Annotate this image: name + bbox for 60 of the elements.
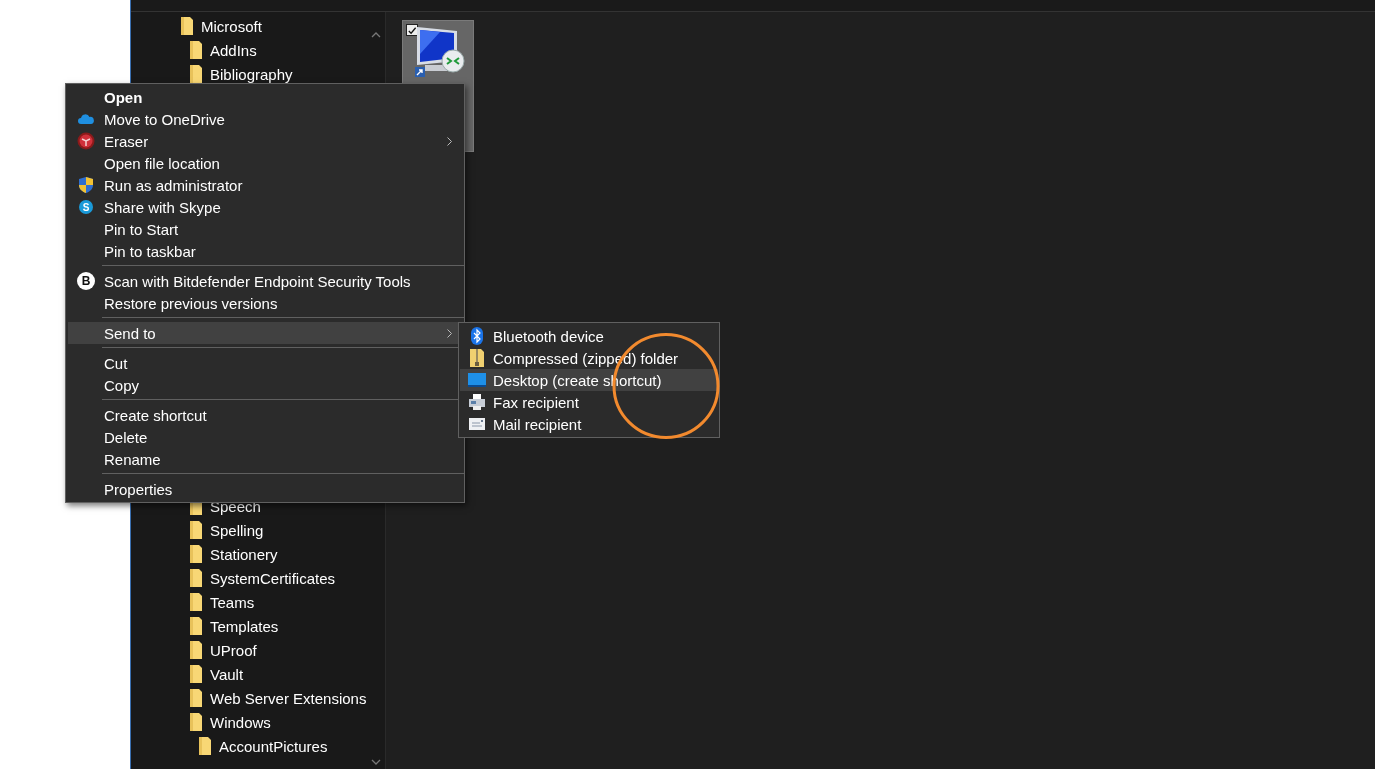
menu-item[interactable]: Run as administrator <box>68 174 462 196</box>
menu-item[interactable]: Bluetooth device <box>460 325 718 347</box>
shield-icon <box>79 177 93 193</box>
folder-icon <box>190 713 202 731</box>
menu-item[interactable]: Eraser <box>68 130 462 152</box>
tree-item[interactable]: Spelling <box>131 518 264 542</box>
tree-item[interactable]: Teams <box>131 590 255 614</box>
folder-icon <box>190 665 202 683</box>
menu-item[interactable]: Restore previous versions <box>68 292 462 314</box>
tree-item[interactable]: Web Server Extensions <box>131 686 367 710</box>
folder-icon <box>190 569 202 587</box>
tree-item[interactable]: Microsoft <box>131 14 262 38</box>
folder-icon <box>181 17 193 35</box>
menu-item[interactable]: Cut <box>68 352 462 374</box>
checkbox[interactable] <box>406 24 418 36</box>
tree-item[interactable]: Windows <box>131 710 271 734</box>
menu-item[interactable]: Mail recipient <box>460 413 718 435</box>
menu-item[interactable]: Rename <box>68 448 462 470</box>
envelope-icon <box>468 418 485 430</box>
folder-icon <box>199 737 211 755</box>
tree-item[interactable]: UProof <box>131 638 257 662</box>
tree-item[interactable]: AddIns <box>131 38 257 62</box>
folder-icon <box>190 521 202 539</box>
bluetooth-icon <box>470 327 483 345</box>
menu-item[interactable]: Delete <box>68 426 462 448</box>
cloud-icon <box>78 114 94 124</box>
folder-icon <box>190 545 202 563</box>
scroll-up-icon[interactable] <box>370 32 381 38</box>
tree-item[interactable]: Vault <box>131 662 244 686</box>
tree-item[interactable]: Stationery <box>131 542 278 566</box>
folder-icon <box>190 41 202 59</box>
folder-icon <box>190 65 202 83</box>
menu-item[interactable]: Fax recipient <box>460 391 718 413</box>
menu-item[interactable]: Open file location <box>68 152 462 174</box>
zip-folder-icon <box>469 349 484 367</box>
chevron-right-icon <box>447 137 452 146</box>
menu-item[interactable]: Create shortcut <box>68 404 462 426</box>
folder-icon <box>190 689 202 707</box>
tree-item[interactable]: Templates <box>131 614 279 638</box>
menu-item[interactable]: Pin to taskbar <box>68 240 462 262</box>
menu-item[interactable]: B Scan with Bitdefender Endpoint Security Tools <box>68 270 462 292</box>
skype-icon: S <box>79 200 93 214</box>
scroll-down-icon[interactable] <box>370 759 381 765</box>
folder-icon <box>190 641 202 659</box>
tree-item[interactable]: SystemCertificates <box>131 566 336 590</box>
tree-item[interactable]: Bibliography <box>131 62 293 86</box>
bitdefender-icon: B <box>77 272 95 290</box>
chevron-right-icon <box>447 329 452 338</box>
folder-icon <box>190 617 202 635</box>
menu-item[interactable]: Copy <box>68 374 462 396</box>
menu-item[interactable]: Open <box>68 86 462 108</box>
menu-item[interactable]: Pin to Start <box>68 218 462 240</box>
monitor-icon <box>467 373 486 387</box>
tree-item[interactable]: AccountPictures <box>131 734 328 758</box>
menu-item[interactable]: S Share with Skype <box>68 196 462 218</box>
orb-icon <box>77 132 95 150</box>
menu-item[interactable]: Move to OneDrive <box>68 108 462 130</box>
fax-icon <box>468 394 485 410</box>
folder-icon <box>190 593 202 611</box>
menu-item[interactable]: Properties <box>68 478 462 500</box>
